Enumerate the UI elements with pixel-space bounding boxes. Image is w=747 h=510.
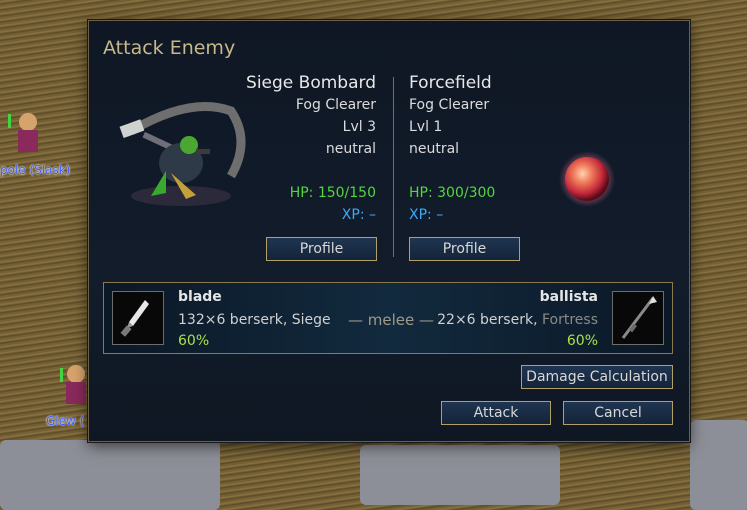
defender-alignment: neutral xyxy=(409,141,460,157)
defender-weapon-damage: 22×6 berserk, xyxy=(437,312,542,328)
map-rock xyxy=(690,420,747,510)
unit-sprite-icon xyxy=(60,365,86,404)
spear-icon xyxy=(621,296,657,339)
attacker-level: Lvl 3 xyxy=(342,119,376,135)
siege-bombard-icon xyxy=(119,102,246,206)
defender-level: Lvl 1 xyxy=(409,119,443,135)
column-divider xyxy=(393,77,394,257)
unit-name-label: Glew ( xyxy=(46,414,85,428)
attacker-weapon-special: Siege xyxy=(291,312,331,328)
attacker-weapon-stats: 132×6 berserk, Siege xyxy=(178,312,331,328)
attacker-xp: XP: – xyxy=(341,207,376,223)
defender-hp: HP: 300/300 xyxy=(409,185,496,201)
weapon-selection[interactable]: blade 132×6 berserk, Siege 60% — melee —… xyxy=(103,282,673,354)
defender-xp: XP: – xyxy=(409,207,444,223)
attacker-weapon-name: blade xyxy=(178,289,222,305)
cancel-button[interactable]: Cancel xyxy=(563,401,673,425)
defender-weapon-special: Fortress xyxy=(541,312,598,328)
attacker-side: Fog Clearer xyxy=(295,97,376,113)
defender-profile-button[interactable]: Profile xyxy=(409,237,520,261)
defender-name: Forcefield xyxy=(409,73,492,93)
defender-portrait xyxy=(559,151,615,207)
dialog-title: Attack Enemy xyxy=(103,37,236,59)
attack-dialog: Attack Enemy Siege Bombard Fog Clearer L… xyxy=(88,20,690,442)
attacker-portrait xyxy=(111,101,251,221)
attacker-profile-button[interactable]: Profile xyxy=(266,237,377,261)
attack-button[interactable]: Attack xyxy=(441,401,551,425)
attacker-name: Siege Bombard xyxy=(246,73,376,93)
forcefield-orb-icon xyxy=(559,151,615,207)
defender-weapon-icon xyxy=(612,291,664,345)
attacker-info: Siege Bombard Fog Clearer Lvl 3 neutral … xyxy=(246,73,376,229)
attacker-hp: HP: 150/150 xyxy=(289,185,376,201)
damage-calculation-button[interactable]: Damage Calculation xyxy=(521,365,673,389)
attack-range: — melee — xyxy=(348,311,435,329)
defender-weapon-name: ballista xyxy=(539,289,598,305)
map-rock xyxy=(0,440,220,510)
map-rock xyxy=(360,445,560,505)
defender-info: Forcefield Fog Clearer Lvl 1 neutral HP:… xyxy=(409,73,495,229)
attacker-alignment: neutral xyxy=(325,141,376,157)
defender-side: Fog Clearer xyxy=(409,97,490,113)
attacker-hit-chance: 60% xyxy=(178,333,210,349)
dagger-icon xyxy=(120,300,149,337)
attacker-weapon-icon xyxy=(112,291,164,345)
unit-sprite-icon xyxy=(8,113,38,152)
unit-name-label: pole (Slask) xyxy=(0,163,71,177)
defender-hit-chance: 60% xyxy=(566,333,598,349)
defender-weapon-stats: 22×6 berserk, Fortress xyxy=(437,312,598,328)
map-unit[interactable] xyxy=(6,102,46,162)
attacker-weapon-damage: 132×6 berserk, xyxy=(178,312,292,328)
map-unit[interactable] xyxy=(50,350,90,410)
